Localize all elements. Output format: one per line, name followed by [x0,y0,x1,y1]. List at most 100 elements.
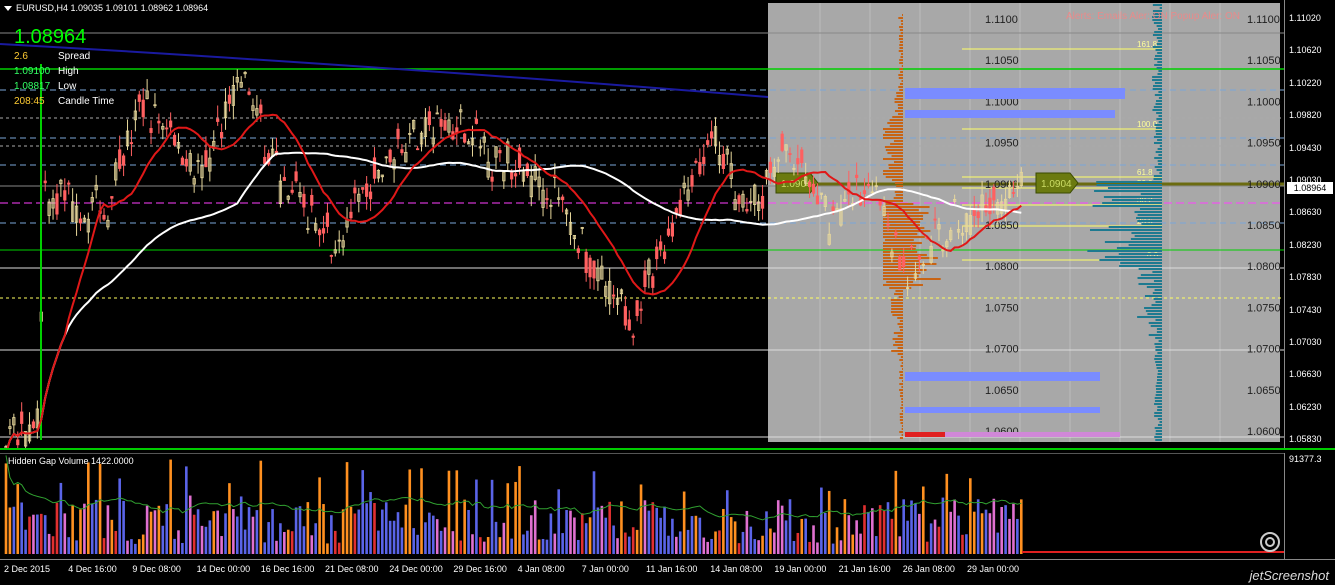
volume-bar [961,534,964,554]
volume-profile-bar [883,170,903,172]
volume-profile-bar-teal [1155,319,1162,321]
candle-body [760,195,765,209]
profile-price-label: 1.0700 [985,344,1019,356]
volume-bar [349,506,353,554]
volume-bar [161,525,165,554]
alert-status-text: Alerts: Emails Aler: ON Popup Aler: ON [1066,11,1240,22]
volume-profile-bar [899,389,903,391]
volume-profile-bar-teal [1134,235,1162,237]
volume-indicator-panel[interactable]: Hidden Gap Volume 1422.0000 [0,453,1284,560]
volume-bar [102,538,106,554]
volume-profile-bar [892,338,903,340]
volume-bar [737,543,741,554]
volume-bar [733,521,737,554]
candle-body [43,180,47,184]
zone-highlight-bar [905,88,1125,99]
profile-price-label-right: 1.0800 [1247,261,1281,273]
volume-bar [79,509,82,554]
volume-profile-bar [883,173,903,175]
time-axis[interactable]: jetScreenshot 2 Dec 2015 4 Dec 16:00 9 Dec… [0,559,1335,585]
chart-menu-icon[interactable] [4,6,12,12]
candle-body [592,260,596,279]
volume-bar [949,511,953,554]
price-chart-panel[interactable]: 161.8100.061.850.038.223.60.01.11001.110… [0,0,1284,448]
info-row-low: 1.08817 Low [14,81,76,92]
price-axis[interactable]: 1.11020 1.10620 1.10220 1.09820 1.09430 1.090… [1284,0,1335,448]
volume-profile-bar [891,155,903,157]
candle-body [216,118,220,122]
volume-bar [839,540,843,554]
volume-bar [965,534,968,554]
volume-profile-bar [883,251,918,253]
volume-bar [39,513,43,554]
price-chart-canvas[interactable]: 161.8100.061.850.038.223.60.01.11001.110… [0,0,1284,448]
volume-profile-bar [885,149,903,151]
volume-profile-bar [899,41,903,43]
volume-bar [549,513,553,554]
volume-bar [526,530,529,554]
candle-body [415,148,420,151]
candle-body [263,156,267,164]
volume-bar [408,469,412,554]
volume-bar [283,531,286,554]
volume-profile-bar [883,230,931,232]
volume-profile-bar [887,152,903,154]
candle-body [623,306,627,326]
volume-profile-bar [894,191,903,193]
volume-profile-bar [901,23,903,25]
volume-profile-bar-teal [1154,166,1162,168]
volume-profile-bar [883,215,924,217]
volume-profile-bar [883,128,903,130]
volume-bar [890,518,894,554]
volume-bar [126,540,129,554]
volume-profile-bar [899,383,903,385]
volume-bar [937,526,941,554]
volume-bar [596,507,600,554]
volume-profile-bar-teal [1152,292,1162,294]
time-axis-label: 19 Jan 00:00 [774,564,827,574]
volume-profile-bar [899,68,903,70]
candle-body [576,248,580,253]
volume-profile-bar-teal [1154,427,1162,429]
volume-profile-bar [901,380,903,382]
price-tag-text: 1.0904 [1041,179,1072,190]
volume-profile-bar-teal [1096,181,1162,183]
candle-body [561,196,565,201]
volume-profile-bar [898,296,903,298]
candle-body [627,319,631,331]
candle-body [588,257,592,278]
volume-profile-bar [890,143,903,145]
volume-profile-bar [894,101,903,103]
volume-profile-bar-teal [1152,4,1162,6]
volume-profile-bar [888,167,903,169]
candle-body [721,153,725,169]
candle-body [353,187,357,194]
volume-bar [773,532,776,554]
volume-bar [239,496,243,554]
profile-price-label: 1.0800 [985,261,1019,273]
candle-body [666,228,671,236]
volume-bar [431,515,435,554]
volume-profile-bar-teal [1145,310,1162,312]
volume-profile-bar [900,56,903,58]
volume-profile-bar-teal [1147,313,1162,315]
candle-body [886,223,890,226]
profile-price-label-right: 1.0650 [1247,385,1281,397]
volume-profile-bar [883,269,927,271]
volume-bar [220,536,223,554]
volume-bar [181,542,184,554]
volume-profile-bar [901,425,903,427]
candle-body [169,120,173,128]
volume-profile-bar [886,281,914,283]
volume-bar [784,520,788,554]
volume-profile-bar-teal [1141,223,1162,225]
profile-price-label-right: 1.0600 [1247,426,1281,438]
volume-profile-bar-teal [1131,232,1162,234]
volume-bar [157,505,161,554]
volume-axis[interactable]: 91377.3 [1284,453,1335,559]
volume-bar [498,537,502,554]
zone-highlight-bar [905,372,1100,381]
volume-bar [757,540,760,554]
volume-bar [502,522,506,554]
volume-profile-bar-teal [1155,385,1162,387]
